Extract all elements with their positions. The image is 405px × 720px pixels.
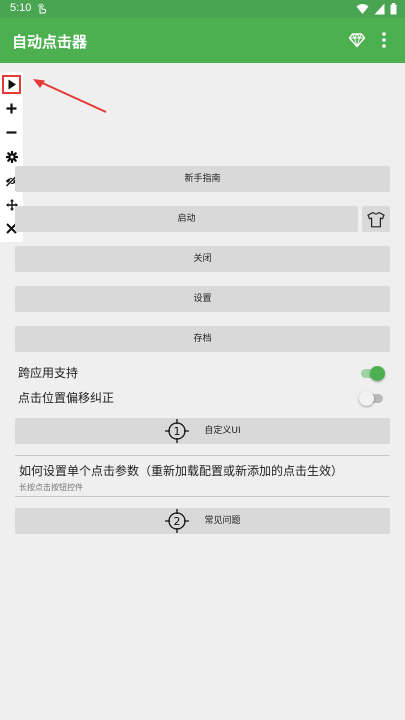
app-bar: 自动点击器: [0, 18, 405, 63]
custom-ui-button[interactable]: 1 自定义UI: [15, 418, 390, 444]
target-2-icon: 2: [165, 509, 190, 533]
tshirt-icon: [367, 211, 385, 227]
wifi-icon: [356, 4, 369, 14]
remove-point-button[interactable]: [2, 123, 21, 142]
red-arrow-annotation: [33, 79, 107, 113]
minus-icon: [6, 131, 17, 134]
system-icons: [356, 3, 397, 15]
faq-label: 常见问题: [204, 516, 241, 526]
app-title: 自动点击器: [12, 33, 88, 51]
diamond-icon[interactable]: [348, 31, 366, 49]
signal-icon: [374, 3, 385, 15]
target-1-number: 1: [174, 425, 181, 438]
target-2-number: 2: [174, 515, 181, 528]
gear-icon: [5, 150, 18, 163]
position-correction-label: 点击位置偏移纠正: [18, 391, 115, 405]
start-button[interactable]: 启动: [15, 206, 358, 232]
position-correction-toggle[interactable]: [359, 389, 385, 407]
info-subtitle: 长按点击按钮控件: [19, 483, 83, 492]
more-vert-icon[interactable]: [378, 30, 390, 50]
add-point-button[interactable]: [2, 99, 21, 118]
status-time: 5:10: [10, 2, 32, 14]
cross-app-label: 跨应用支持: [18, 366, 79, 380]
custom-ui-label: 自定义UI: [204, 426, 241, 436]
toolbar-settings-button[interactable]: [2, 147, 21, 166]
target-1-icon: 1: [165, 419, 190, 443]
battery-icon: [390, 3, 397, 15]
click-params-info[interactable]: 如何设置单个点击参数（重新加载配置或新添加的点击生效） 长按点击按钮控件: [15, 455, 390, 497]
settings-button[interactable]: 设置: [15, 286, 390, 312]
touch-icon: [38, 3, 47, 14]
play-button[interactable]: [2, 75, 21, 94]
plus-icon: [6, 103, 17, 114]
close-button[interactable]: 关闭: [15, 246, 390, 272]
faq-button[interactable]: 2 常见问题: [15, 508, 390, 534]
play-icon: [8, 79, 16, 90]
info-title: 如何设置单个点击参数（重新加载配置或新添加的点击生效）: [19, 464, 344, 478]
status-bar: 5:10: [0, 0, 405, 18]
skin-button[interactable]: [362, 206, 390, 232]
archive-button[interactable]: 存档: [15, 326, 390, 352]
cross-app-toggle[interactable]: [359, 364, 385, 382]
beginner-guide-button[interactable]: 新手指南: [15, 166, 390, 192]
